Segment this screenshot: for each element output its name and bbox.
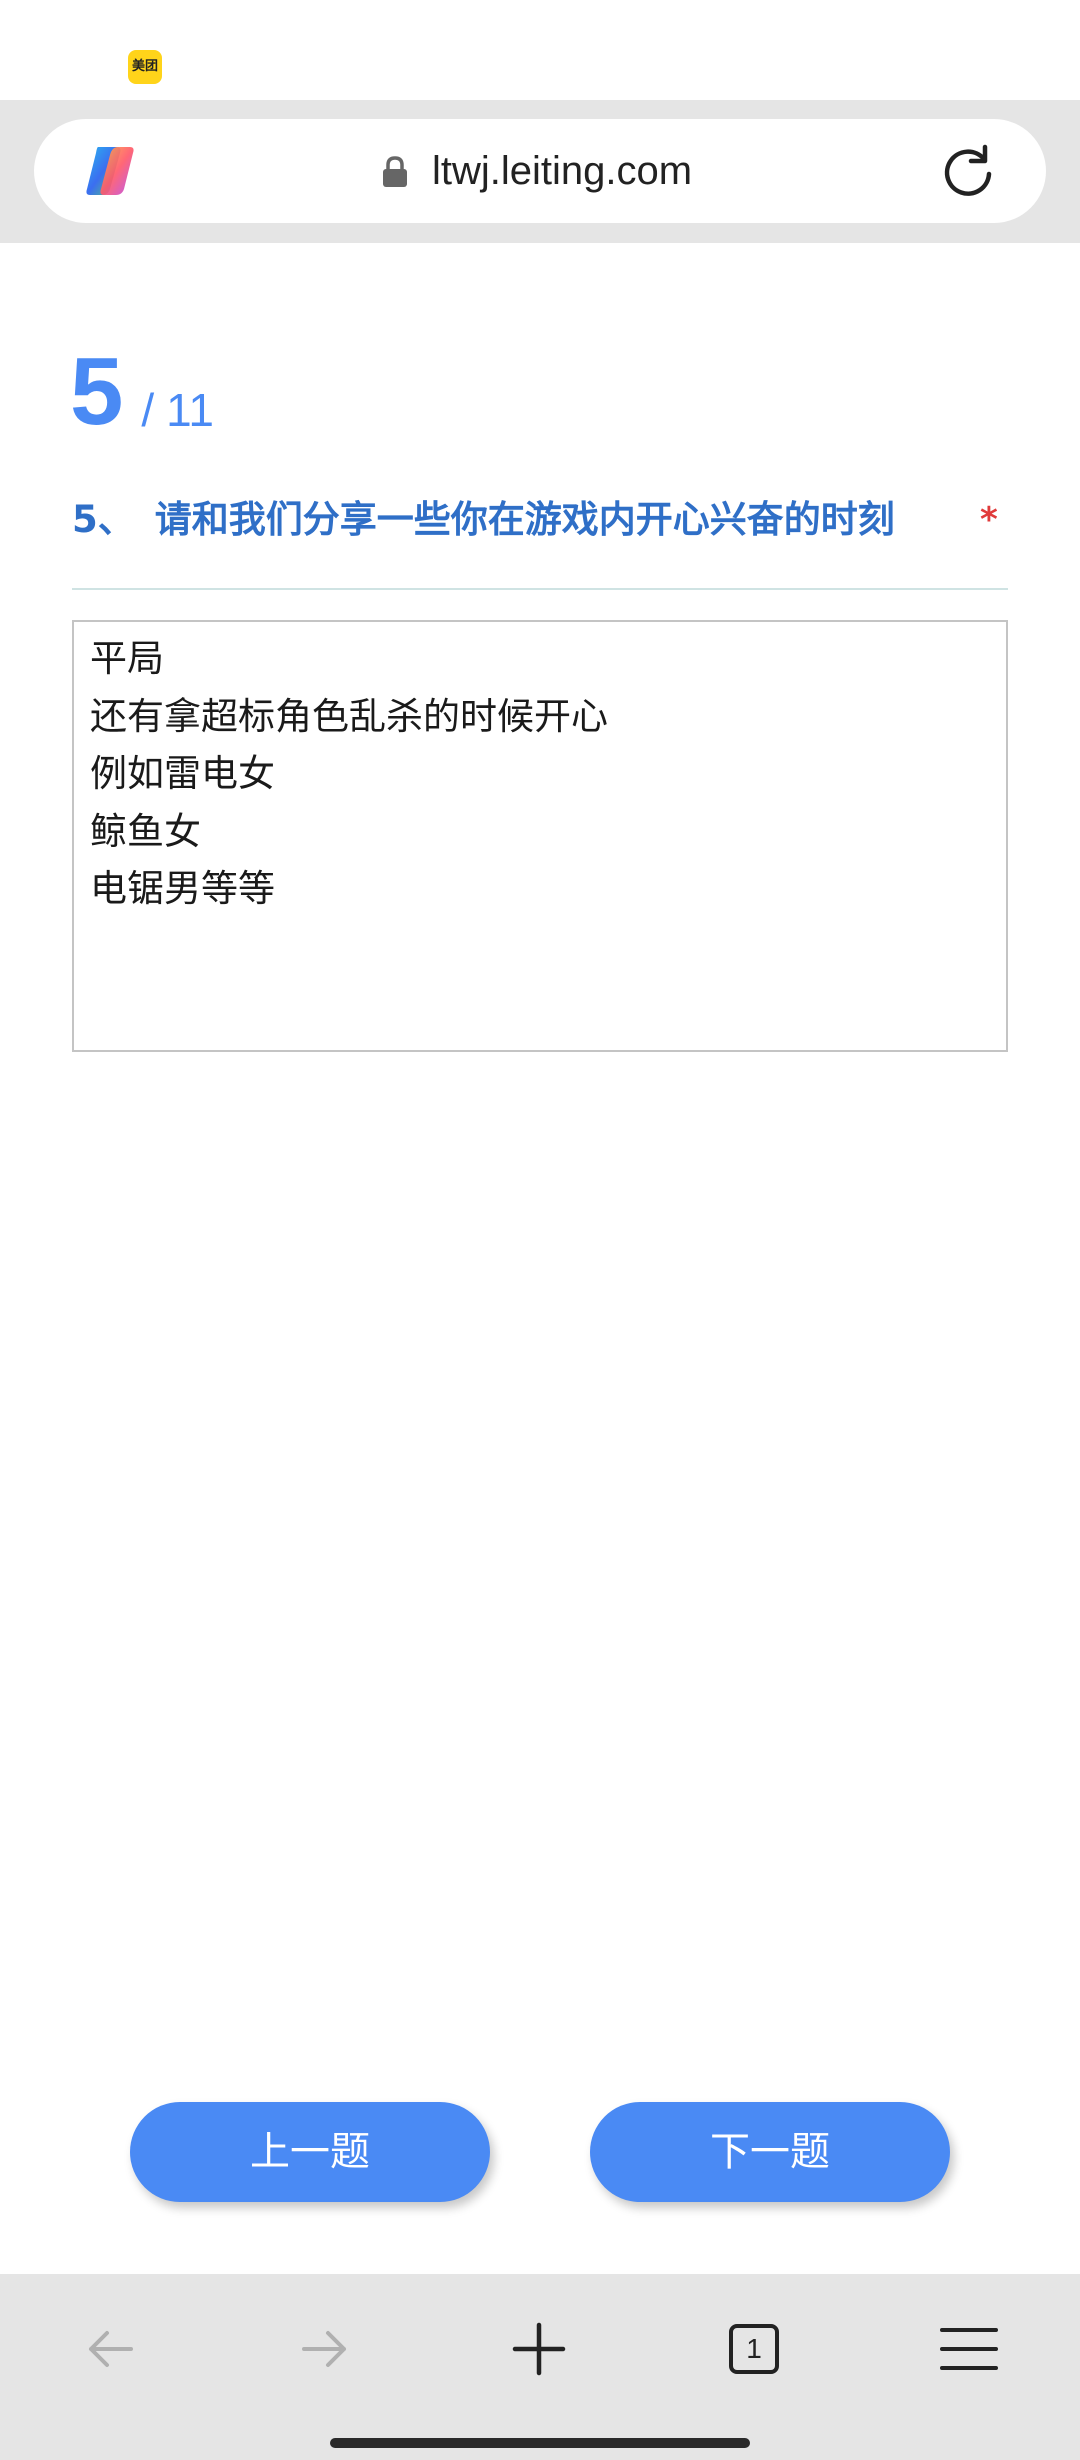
question-number: 5、 bbox=[72, 498, 135, 541]
answer-textarea[interactable]: 平局 还有拿超标角色乱杀的时候开心 例如雷电女 鲸鱼女 电锯男等等 bbox=[72, 620, 1008, 1052]
answer-line: 例如雷电女 bbox=[90, 752, 275, 795]
meituan-notification-icon: 美团 bbox=[128, 50, 162, 84]
reload-icon[interactable] bbox=[938, 141, 998, 201]
back-arrow-icon[interactable] bbox=[75, 2314, 145, 2384]
browser-toolbar: ltwj.leiting.com bbox=[0, 100, 1080, 243]
address-bar[interactable]: ltwj.leiting.com bbox=[34, 119, 1046, 223]
answer-line: 还有拿超标角色乱杀的时候开心 bbox=[90, 694, 608, 738]
status-bar: 美团 bbox=[0, 0, 1080, 100]
tabs-button[interactable]: 1 bbox=[719, 2314, 789, 2384]
question-text: 请和我们分享一些你在游戏内开心兴奋的时刻 bbox=[154, 498, 895, 541]
lock-icon bbox=[383, 156, 407, 187]
divider bbox=[72, 588, 1008, 590]
answer-text[interactable]: 平局 还有拿超标角色乱杀的时候开心 例如雷电女 鲸鱼女 电锯男等等 bbox=[90, 630, 608, 918]
tab-count: 1 bbox=[746, 2333, 762, 2364]
answer-line: 鲸鱼女 bbox=[90, 809, 201, 853]
url-text[interactable]: ltwj.leiting.com bbox=[432, 143, 692, 199]
copilot-logo-icon[interactable] bbox=[80, 141, 140, 201]
progress-current: 5 bbox=[70, 338, 124, 445]
answer-line: 电锯男等等 bbox=[90, 867, 275, 910]
new-tab-plus-icon[interactable] bbox=[504, 2314, 574, 2384]
browser-bottom-bar: 1 bbox=[0, 2274, 1080, 2460]
required-mark: * bbox=[980, 500, 998, 540]
previous-question-button[interactable]: 上一题 bbox=[130, 2102, 490, 2202]
forward-arrow-icon[interactable] bbox=[290, 2314, 360, 2384]
answer-line: 平局 bbox=[90, 637, 164, 680]
progress-separator: / bbox=[141, 384, 155, 436]
menu-icon[interactable] bbox=[934, 2314, 1004, 2384]
next-question-button[interactable]: 下一题 bbox=[590, 2102, 950, 2202]
question-progress: 5 / 11 bbox=[70, 340, 214, 440]
progress-total: 11 bbox=[166, 384, 214, 436]
question-title: 5、 请和我们分享一些你在游戏内开心兴奋的时刻 bbox=[72, 492, 1012, 548]
home-indicator[interactable] bbox=[330, 2438, 750, 2448]
